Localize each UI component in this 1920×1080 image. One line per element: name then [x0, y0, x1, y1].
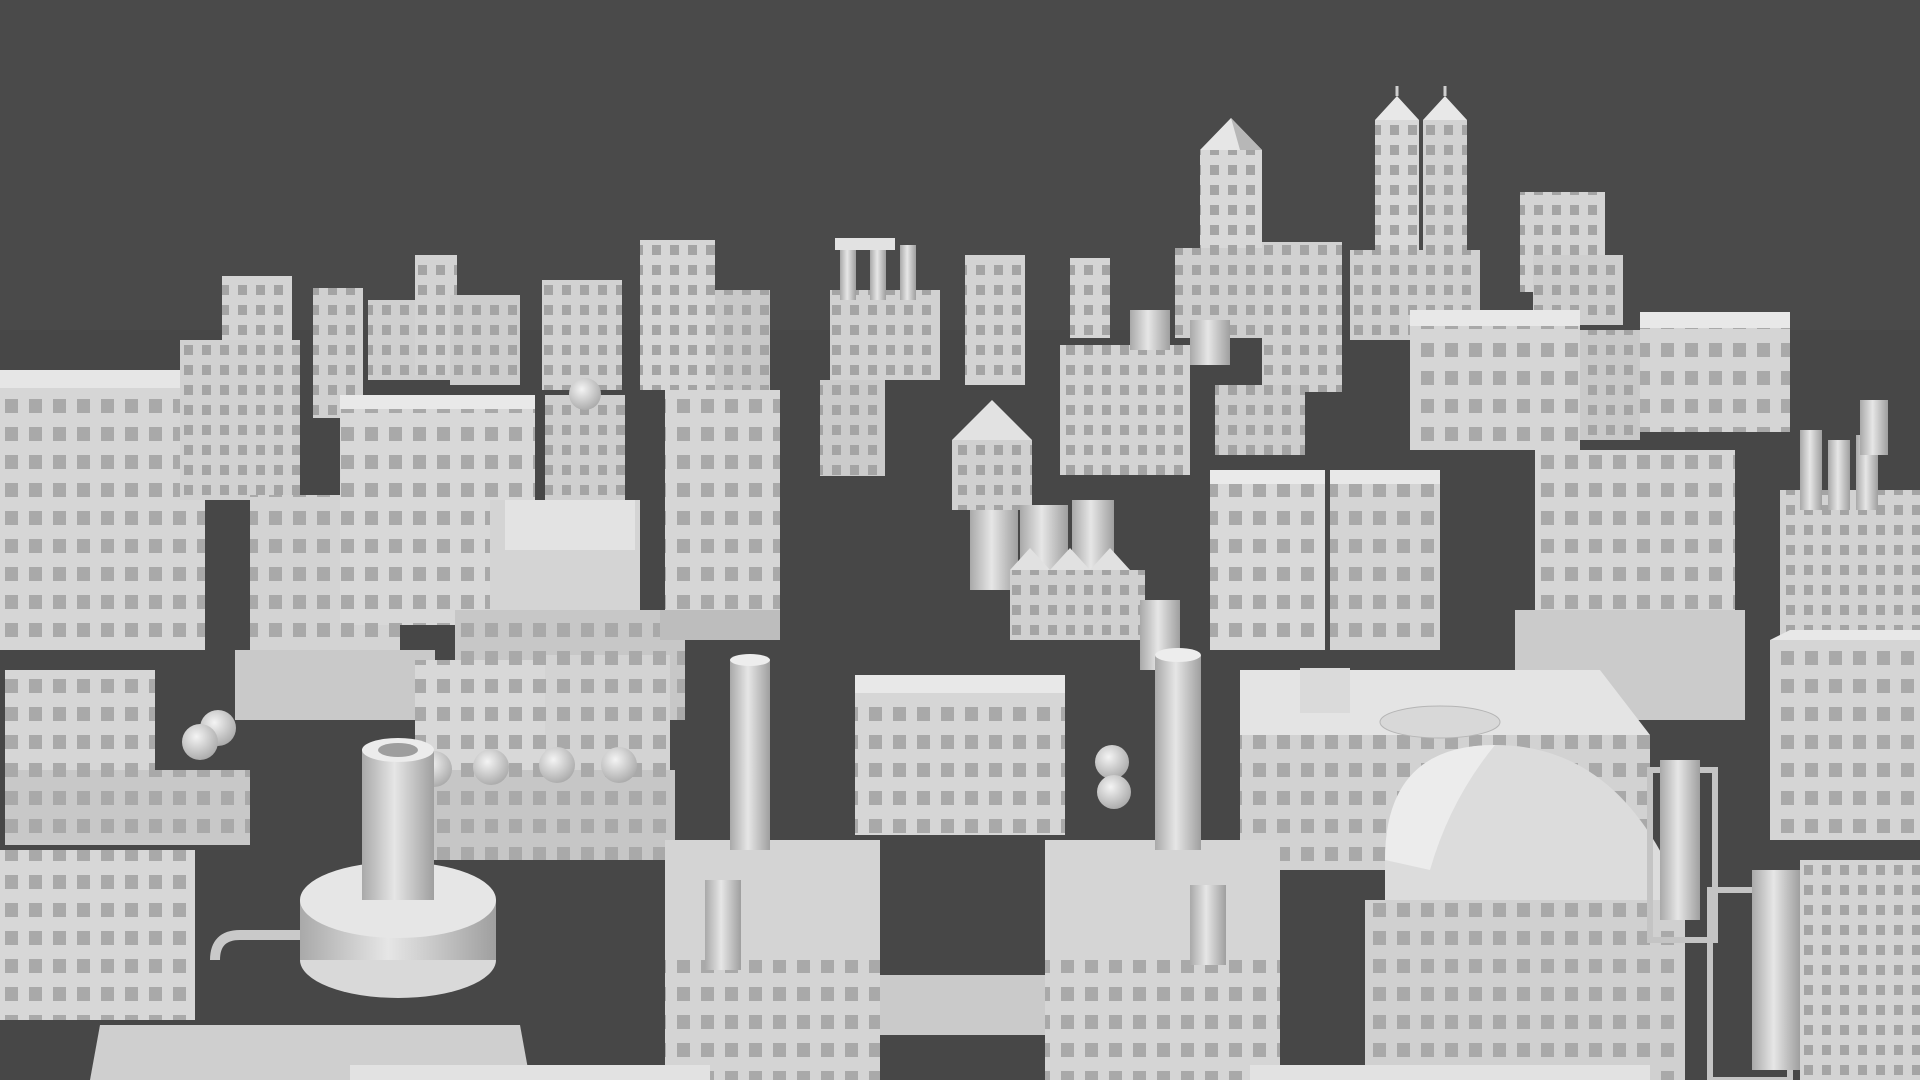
city-render	[0, 86, 1920, 1080]
